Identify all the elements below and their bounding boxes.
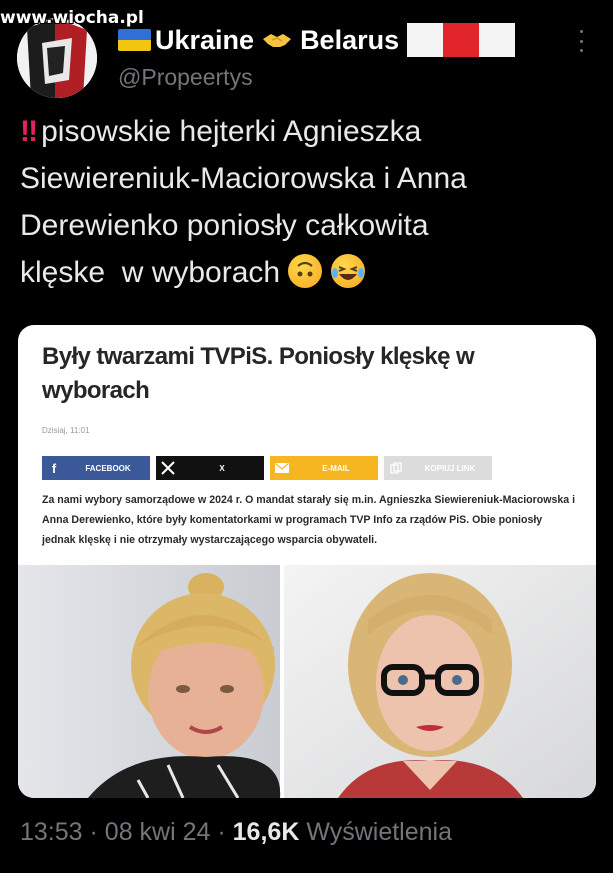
avatar[interactable] xyxy=(17,18,97,98)
tweet-line-1: ‼ pisowskie hejterki Agnieszka xyxy=(20,115,422,148)
user-handle[interactable]: @Propeertys xyxy=(118,64,253,91)
tweet-line-2: Siewiereniuk-Maciorowska i Anna xyxy=(20,162,467,195)
article-date: Dzisiaj, 11:01 xyxy=(42,426,90,435)
tweet-meta: 13:53 · 08 kwi 24 · 16,6K Wyświetlenia xyxy=(20,818,452,847)
copy-link-button[interactable]: KOPIUJ LINK xyxy=(384,456,492,480)
display-name[interactable]: Ukraine Belarus xyxy=(118,20,516,60)
share-email-button[interactable]: E-MAIL xyxy=(270,456,378,480)
share-bar: f FACEBOOK X E-MAIL KOPIUJ LINK xyxy=(42,456,494,480)
article-photo[interactable] xyxy=(18,565,596,798)
meta-separator: · xyxy=(89,818,98,846)
handshake-icon xyxy=(263,34,292,47)
belarus-flag-icon xyxy=(407,23,516,57)
views-label[interactable]: Wyświetlenia xyxy=(306,818,452,846)
tweet-date[interactable]: 08 kwi 24 xyxy=(105,818,211,846)
views-count: 16,6K xyxy=(232,818,300,846)
tweet-line-3: Derewienko poniosły całkowita xyxy=(20,209,429,242)
tweet-text: ‼ pisowskie hejterki Agnieszka Siewiereni… xyxy=(20,108,600,296)
article-title: Były twarzami TVPiS. Poniosły klęskę w w… xyxy=(42,343,475,404)
watermark: www.wiocha.pl xyxy=(0,8,144,28)
meta-separator: · xyxy=(217,818,226,846)
more-options-icon[interactable] xyxy=(576,30,586,52)
avatar-image xyxy=(17,18,97,98)
ukraine-flag-icon xyxy=(118,29,151,51)
upside-down-face-icon xyxy=(288,254,323,288)
tweet-line-4: klęske w wyborach xyxy=(20,249,600,296)
x-logo-icon xyxy=(156,456,180,480)
article-body: Za nami wybory samorządowe w 2024 r. O m… xyxy=(42,494,576,546)
article-card[interactable]: Były twarzami TVPiS. Poniosły klęskę w w… xyxy=(18,325,596,798)
copy-link-icon xyxy=(384,456,408,480)
name-part-ukraine: Ukraine xyxy=(155,24,255,55)
mail-icon xyxy=(270,456,294,480)
tweet-time[interactable]: 13:53 xyxy=(20,818,83,846)
share-facebook-button[interactable]: f FACEBOOK xyxy=(42,456,150,480)
laughing-tears-icon xyxy=(330,254,365,288)
name-part-belarus: Belarus xyxy=(300,24,400,55)
double-exclamation-icon: ‼ xyxy=(20,115,38,148)
facebook-icon: f xyxy=(51,460,57,476)
share-x-button[interactable]: X xyxy=(156,456,264,480)
